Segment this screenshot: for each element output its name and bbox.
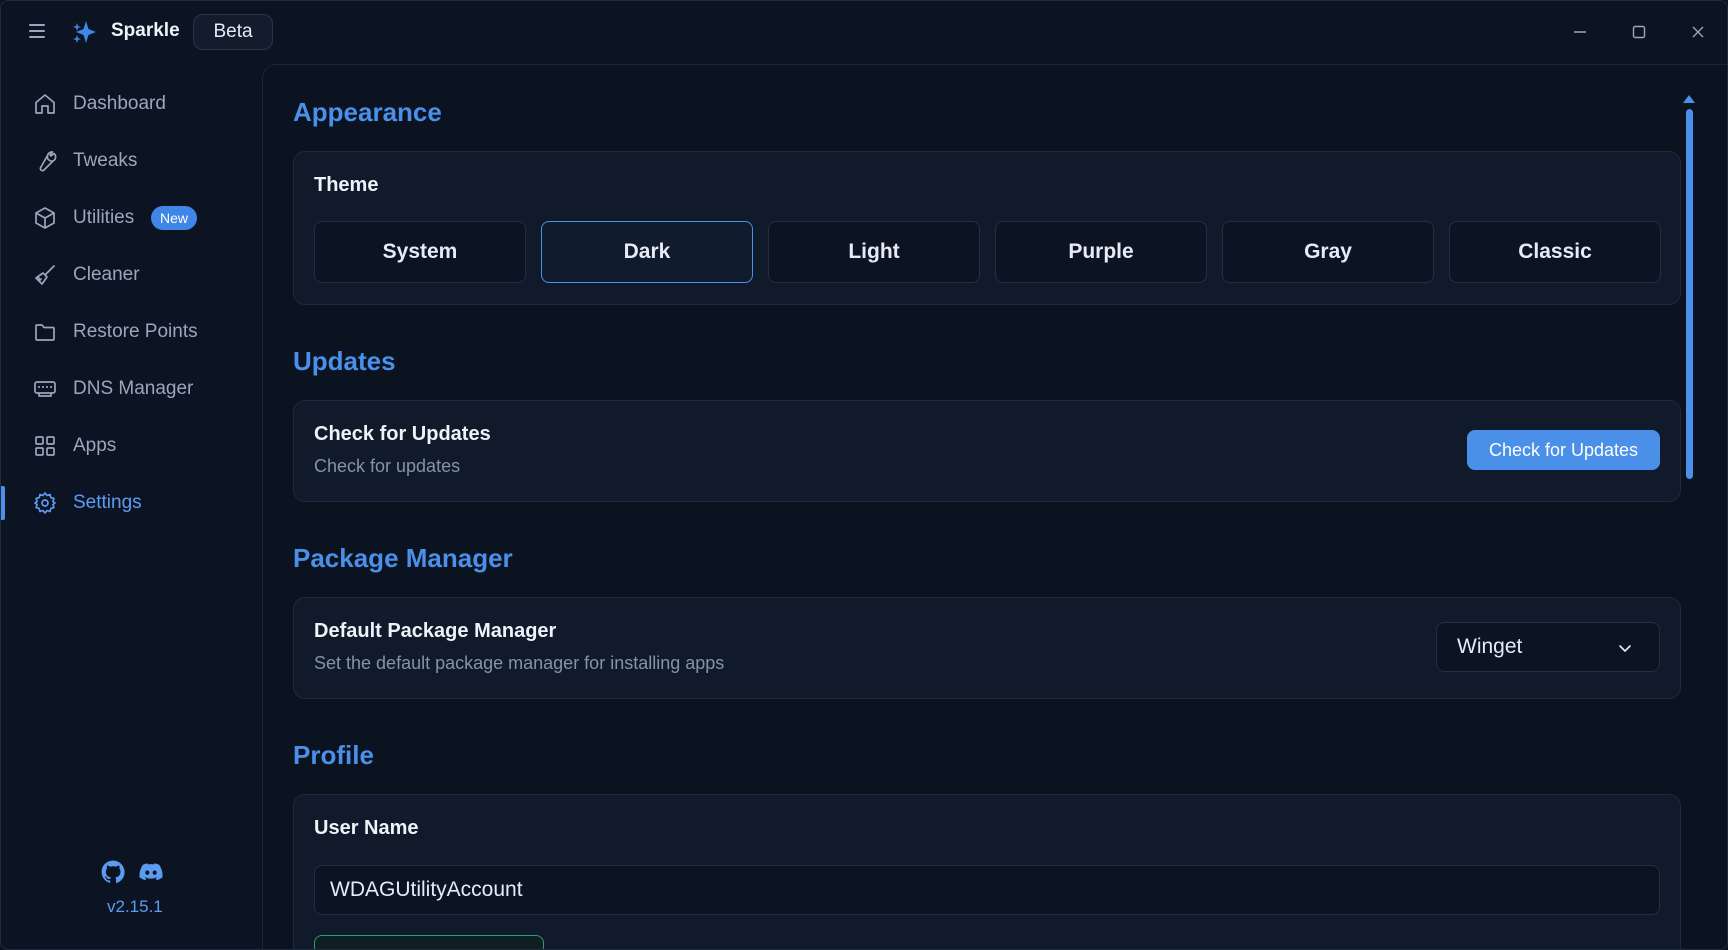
- grid-icon: [35, 436, 55, 456]
- sidebar-item-restore-points[interactable]: Restore Points: [1, 309, 262, 355]
- section-title-updates: Updates: [293, 346, 396, 376]
- sparkle-logo-icon: [73, 21, 96, 43]
- app-window: Sparkle Beta Dashboard Tweaks Utilities …: [0, 0, 1728, 950]
- gear-icon: [34, 492, 56, 514]
- sidebar-item-apps[interactable]: Apps: [1, 423, 262, 469]
- sidebar-item-cleaner[interactable]: Cleaner: [1, 252, 262, 298]
- sidebar-item-label: DNS Manager: [73, 378, 194, 399]
- wrench-icon: [39, 151, 57, 172]
- sidebar-item-label: Utilities: [73, 207, 135, 228]
- package-manager-value: Winget: [1457, 635, 1523, 658]
- theme-option-classic[interactable]: Classic: [1449, 221, 1661, 283]
- maximize-button[interactable]: [1624, 17, 1654, 47]
- sidebar-item-label: Cleaner: [73, 264, 140, 285]
- profile-card: User Name: [293, 794, 1681, 949]
- save-button[interactable]: [314, 935, 544, 949]
- section-title-profile: Profile: [293, 740, 374, 770]
- sidebar-item-label: Apps: [73, 435, 117, 456]
- theme-option-purple[interactable]: Purple: [995, 221, 1207, 283]
- sidebar-item-settings[interactable]: Settings: [1, 480, 262, 526]
- network-icon: [34, 381, 56, 397]
- theme-option-gray[interactable]: Gray: [1222, 221, 1434, 283]
- new-badge: New: [151, 206, 198, 230]
- package-manager-title: Default Package Manager: [314, 620, 557, 642]
- scrollbar-thumb[interactable]: [1686, 109, 1693, 479]
- maximize-icon: [1632, 25, 1646, 39]
- discord-icon[interactable]: [138, 859, 164, 885]
- github-icon[interactable]: [100, 859, 126, 885]
- title-bar: Sparkle Beta: [1, 1, 1727, 63]
- version-label: v2.15.1: [107, 897, 163, 916]
- scroll-up-arrow[interactable]: [1683, 95, 1695, 103]
- package-manager-card: Default Package Manager Set the default …: [293, 597, 1681, 699]
- sidebar-item-label: Tweaks: [73, 150, 138, 171]
- sidebar-item-utilities[interactable]: Utilities New: [1, 195, 262, 241]
- check-updates-title: Check for Updates: [314, 423, 491, 445]
- chevron-down-icon: [1619, 645, 1631, 652]
- section-title-appearance: Appearance: [293, 97, 442, 127]
- package-manager-description: Set the default package manager for inst…: [314, 653, 725, 673]
- social-links: [100, 859, 164, 885]
- user-name-label: User Name: [314, 817, 419, 839]
- beta-badge: Beta: [193, 14, 273, 50]
- sidebar-item-label: Restore Points: [73, 321, 198, 342]
- theme-option-dark[interactable]: Dark: [541, 221, 753, 283]
- close-icon: [1692, 26, 1704, 38]
- sidebar-item-label: Settings: [73, 492, 142, 513]
- theme-label: Theme: [314, 174, 379, 196]
- theme-card: Theme System Dark Light Purple Gray Clas…: [293, 151, 1681, 305]
- box-icon: [35, 207, 55, 229]
- theme-option-light[interactable]: Light: [768, 221, 980, 283]
- check-updates-description: Check for updates: [314, 456, 461, 476]
- home-icon: [35, 94, 55, 114]
- check-for-updates-button[interactable]: Check for Updates: [1467, 430, 1660, 470]
- package-manager-select[interactable]: Winget: [1436, 622, 1660, 672]
- sidebar-item-dashboard[interactable]: Dashboard: [1, 81, 262, 127]
- minimize-icon: [1574, 31, 1586, 33]
- sidebar-item-label: Dashboard: [73, 93, 166, 114]
- close-button[interactable]: [1683, 17, 1713, 47]
- user-name-input[interactable]: [314, 865, 1660, 915]
- theme-option-system[interactable]: System: [314, 221, 526, 283]
- minimize-button[interactable]: [1565, 17, 1595, 47]
- menu-icon[interactable]: [29, 21, 49, 41]
- settings-content: Appearance Theme System Dark Light Purpl…: [262, 64, 1727, 949]
- folder-icon: [35, 324, 55, 341]
- sidebar: Dashboard Tweaks Utilities New Cleaner R…: [1, 63, 262, 949]
- app-name: Sparkle: [111, 20, 180, 41]
- broom-icon: [35, 265, 55, 285]
- updates-card: Check for Updates Check for updates Chec…: [293, 400, 1681, 502]
- sidebar-item-dns-manager[interactable]: DNS Manager: [1, 366, 262, 412]
- sidebar-item-tweaks[interactable]: Tweaks: [1, 138, 262, 184]
- section-title-package-manager: Package Manager: [293, 543, 513, 573]
